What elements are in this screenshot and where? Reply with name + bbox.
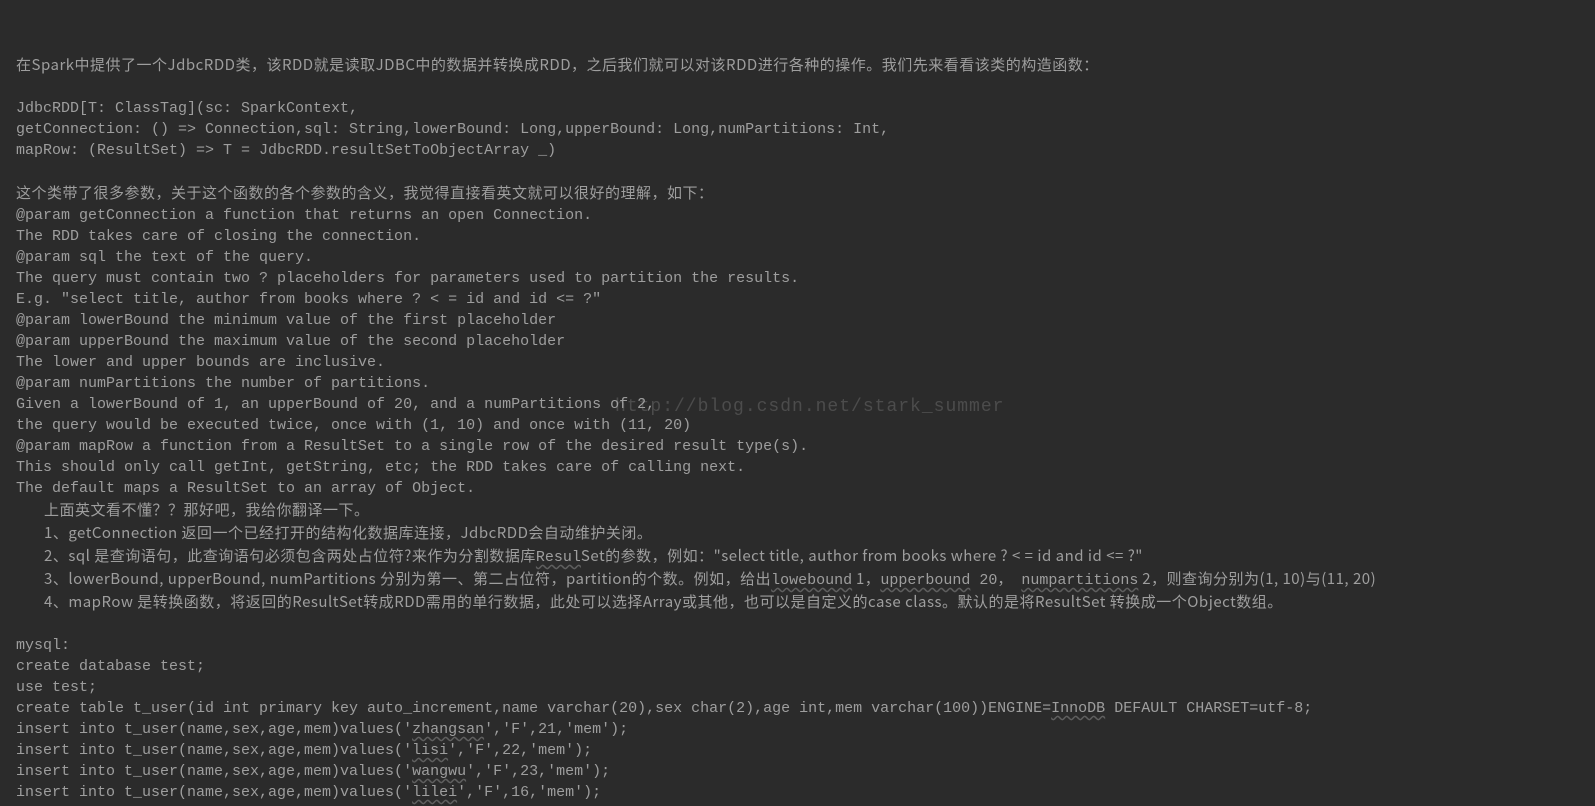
typo-underline: InnoDB [1051, 700, 1105, 717]
doc-line: @param numPartitions the number of parti… [16, 375, 430, 392]
text-span: 2、sql 是查询语句，此查询语句必须包含两处占位符?来作为分割数据库 [44, 545, 536, 566]
text-span: ','F',23,'mem'); [466, 763, 610, 780]
doc-line: This should only call getInt, getString,… [16, 459, 745, 476]
translation-line-5: 4、mapRow 是转换函数，将返回的ResultSet转成RDD需用的单行数据… [16, 591, 1283, 612]
typo-underline: numpartitions [1021, 572, 1138, 589]
typo-underline: lilei [412, 784, 457, 801]
code-document: http://blog.csdn.net/stark_summer 在Spark… [0, 0, 1595, 806]
doc-line: @param upperBound the maximum value of t… [16, 333, 565, 350]
doc-line: Given a lowerBound of 1, an upperBound o… [16, 396, 655, 413]
text-span: Set的参数，例如："select title, author from boo… [581, 545, 1143, 566]
sql-line: insert into t_user(name,sex,age,mem)valu… [16, 742, 592, 759]
typo-underline: wangwu [412, 763, 466, 780]
text-span: ','F',16,'mem'); [457, 784, 601, 801]
text-span: create table t_user(id int primary key a… [16, 700, 1051, 717]
text-span: DEFAULT CHARSET=utf-8; [1105, 700, 1312, 717]
signature-line-1: JdbcRDD[T: ClassTag](sc: SparkContext, [16, 100, 358, 117]
sql-line: insert into t_user(name,sex,age,mem)valu… [16, 721, 628, 738]
signature-line-2: getConnection: () => Connection,sql: Str… [16, 121, 889, 138]
text-span: 1， [852, 568, 880, 589]
text-span: insert into t_user(name,sex,age,mem)valu… [16, 784, 412, 801]
sql-label: mysql: [16, 637, 70, 654]
sql-line: insert into t_user(name,sex,age,mem)valu… [16, 763, 610, 780]
doc-line: @param lowerBound the minimum value of t… [16, 312, 556, 329]
param-intro: 这个类带了很多参数，关于这个函数的各个参数的含义，我觉得直接看英文就可以很好的理… [16, 182, 714, 203]
doc-line: @param sql the text of the query. [16, 249, 313, 266]
typo-underline: lisi [412, 742, 448, 759]
translation-line-3: 2、sql 是查询语句，此查询语句必须包含两处占位符?来作为分割数据库Resul… [16, 545, 1143, 568]
text-span: 2，则查询分别为(1, 10)与(11, 20) [1138, 568, 1376, 589]
sql-line: create database test; [16, 658, 205, 675]
sql-line: use test; [16, 679, 97, 696]
typo-underline: Resul [536, 549, 581, 566]
doc-line: E.g. "select title, author from books wh… [16, 291, 601, 308]
sql-line: create table t_user(id int primary key a… [16, 700, 1312, 717]
sql-line: insert into t_user(name,sex,age,mem)valu… [16, 784, 601, 801]
typo-underline: upperbound [880, 572, 970, 589]
translation-line-2: 1、getConnection 返回一个已经打开的结构化数据库连接，JdbcRD… [16, 522, 652, 543]
text-span: insert into t_user(name,sex,age,mem)valu… [16, 763, 412, 780]
signature-line-3: mapRow: (ResultSet) => T = JdbcRDD.resul… [16, 142, 556, 159]
translation-line-1: 上面英文看不懂？？那好吧，我给你翻译一下。 [16, 499, 370, 520]
doc-line: The query must contain two ? placeholder… [16, 270, 799, 287]
text-span: ','F',21,'mem'); [484, 721, 628, 738]
doc-line: The lower and upper bounds are inclusive… [16, 354, 385, 371]
doc-line: The default maps a ResultSet to an array… [16, 480, 475, 497]
text-span: ','F',22,'mem'); [448, 742, 592, 759]
doc-line: the query would be executed twice, once … [16, 417, 691, 434]
doc-line: @param mapRow a function from a ResultSe… [16, 438, 808, 455]
doc-line: @param getConnection a function that ret… [16, 207, 592, 224]
text-span: 20， [970, 572, 1021, 589]
translation-line-4: 3、lowerBound, upperBound, numPartitions … [16, 568, 1376, 591]
doc-line: The RDD takes care of closing the connec… [16, 228, 421, 245]
typo-underline: lowebound [771, 572, 852, 589]
typo-underline: zhangsan [412, 721, 484, 738]
text-span: insert into t_user(name,sex,age,mem)valu… [16, 721, 412, 738]
intro-text: 在Spark中提供了一个JdbcRDD类，该RDD就是读取JDBC中的数据并转换… [16, 54, 1099, 75]
text-span: 3、lowerBound, upperBound, numPartitions … [44, 568, 771, 589]
text-span: insert into t_user(name,sex,age,mem)valu… [16, 742, 412, 759]
